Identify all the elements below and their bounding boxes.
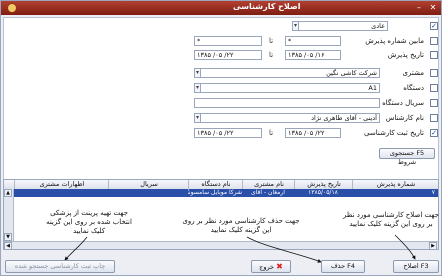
edit-expert-window: اصلاح کارشناسی – ✕ ▾ عادی ✓ مابین شماره … (0, 0, 442, 276)
delete-button[interactable]: F4 حذف (321, 260, 365, 273)
edit-button[interactable]: F3 اصلاح (393, 260, 439, 273)
exit-label: خروج (259, 263, 275, 271)
annotation-arrows (64, 234, 416, 263)
close-icon: ✖ (276, 262, 283, 271)
exit-button[interactable]: ✖ خروج (251, 260, 291, 273)
print-expert-button[interactable]: چاپ ثبت کارشناسی جستجو شده (5, 260, 115, 273)
